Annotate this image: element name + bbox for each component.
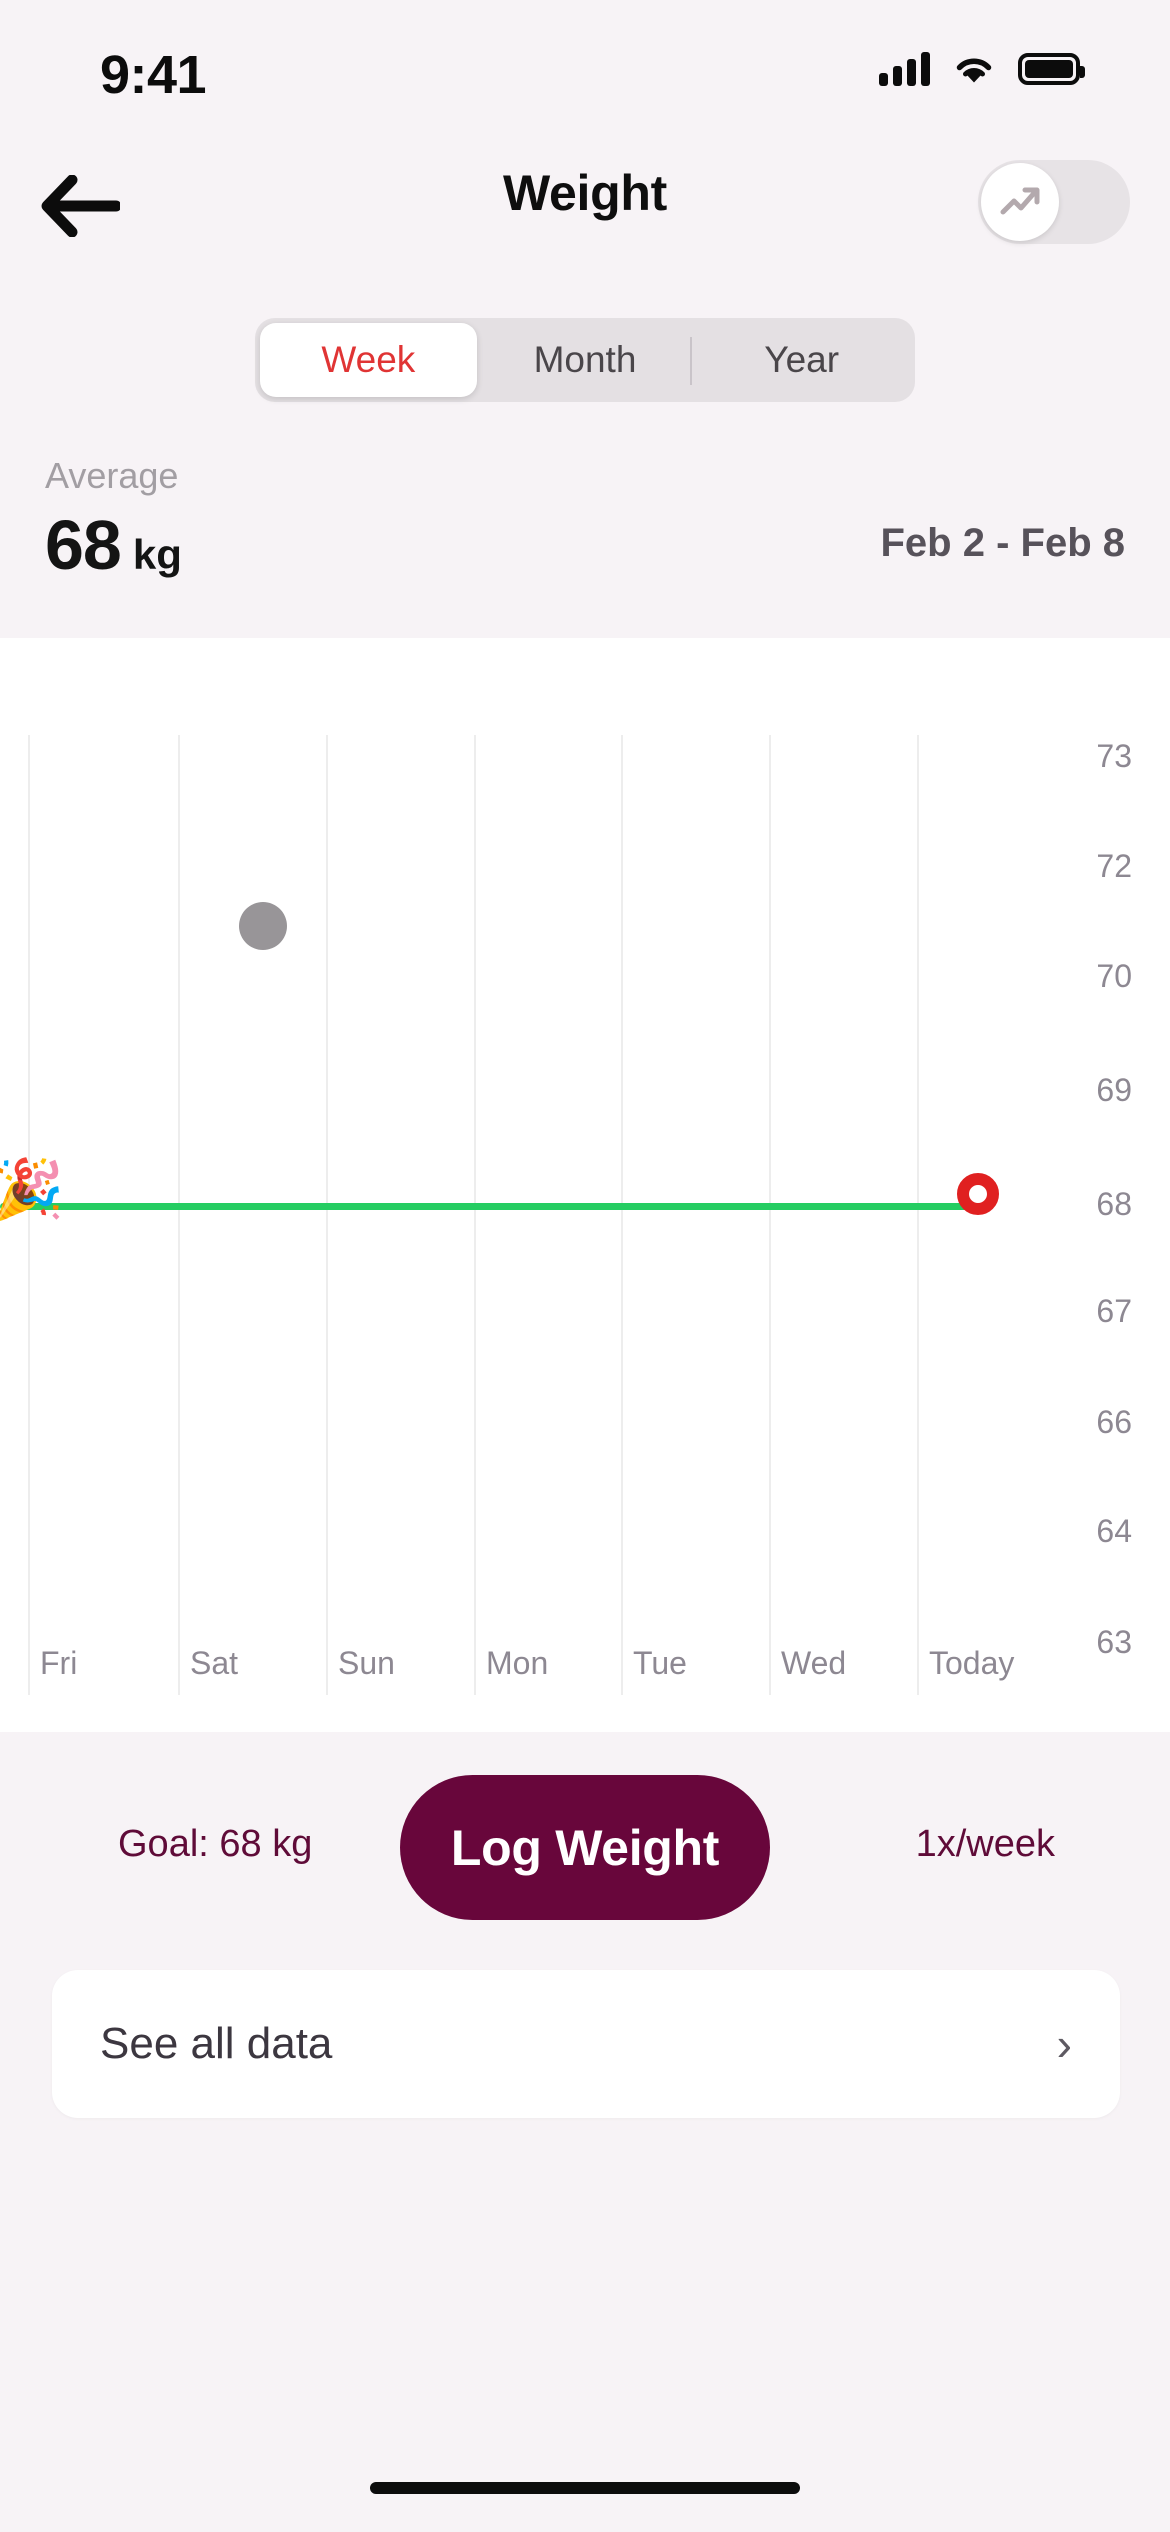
chart-gridline [621,735,623,1695]
chart-gridline [474,735,476,1695]
see-all-data-label: See all data [100,2019,333,2068]
average-value-row: 68 kg [45,505,182,585]
frequency-label: 1x/week [915,1823,1055,1865]
y-axis-label: 69 [1096,1072,1132,1108]
trending-up-icon [1000,187,1040,215]
tab-month[interactable]: Month [477,323,694,397]
battery-full-icon [1018,53,1085,85]
goal-label: Goal: 68 kg [118,1823,313,1865]
x-axis-label: Tue [633,1645,687,1681]
x-axis-label: Sun [338,1645,395,1681]
segment-divider [690,337,692,385]
y-axis-label: 67 [1096,1293,1132,1329]
chart-gridline [326,735,328,1695]
goal-end-marker[interactable] [957,1173,999,1215]
y-axis-label: 70 [1096,958,1132,994]
tab-year[interactable]: Year [693,323,910,397]
y-axis-label: 64 [1096,1513,1132,1549]
y-axis-label: 72 [1096,848,1132,884]
log-weight-button[interactable]: Log Weight [400,1775,770,1920]
x-axis-label: Fri [40,1645,78,1681]
average-unit: kg [132,531,182,578]
chart-gridline [769,735,771,1695]
tab-week[interactable]: Week [260,323,477,397]
y-axis-label: 68 [1096,1186,1132,1222]
y-axis-label: 73 [1096,738,1132,774]
weight-screen: 9:41 Weight Week Month Year Average 68 k… [0,0,1170,2532]
status-bar: 9:41 [0,0,1170,140]
chevron-right-icon: › [1056,2018,1072,2070]
status-icons [879,52,1085,86]
goal-line [0,1203,990,1210]
home-indicator [370,2482,800,2494]
x-axis-label: Mon [486,1645,549,1681]
weight-chart-panel: Fri Sat Sun Mon Tue Wed Today 73 72 70 69 68 67 66 64 6… [0,638,1170,1732]
y-axis-label: 63 [1096,1624,1132,1660]
chart-plot-area[interactable]: Fri Sat Sun Mon Tue Wed Today 73 72 70 69 68 67 66 64 6… [0,638,1170,1732]
see-all-data-row[interactable]: See all data › [52,1970,1120,2118]
trend-toggle[interactable] [978,160,1130,244]
average-label: Average [45,455,179,496]
status-time: 9:41 [100,45,207,105]
toggle-knob [981,163,1059,241]
cellular-signal-icon [879,52,930,86]
average-value: 68 [45,506,122,584]
x-axis-label: Today [929,1645,1015,1681]
chart-gridline [178,735,180,1695]
x-axis-label: Sat [190,1645,239,1681]
x-axis-label: Wed [781,1645,847,1681]
range-selector[interactable]: Week Month Year [255,318,915,402]
chart-datapoint[interactable] [239,901,287,950]
wifi-icon [956,58,992,83]
chart-gridline [917,735,919,1695]
nav-bar: Weight [0,150,1170,260]
celebration-emoji: 🎉 [0,1157,65,1222]
date-range: Feb 2 - Feb 8 [880,521,1126,565]
y-axis-label: 66 [1096,1404,1132,1440]
